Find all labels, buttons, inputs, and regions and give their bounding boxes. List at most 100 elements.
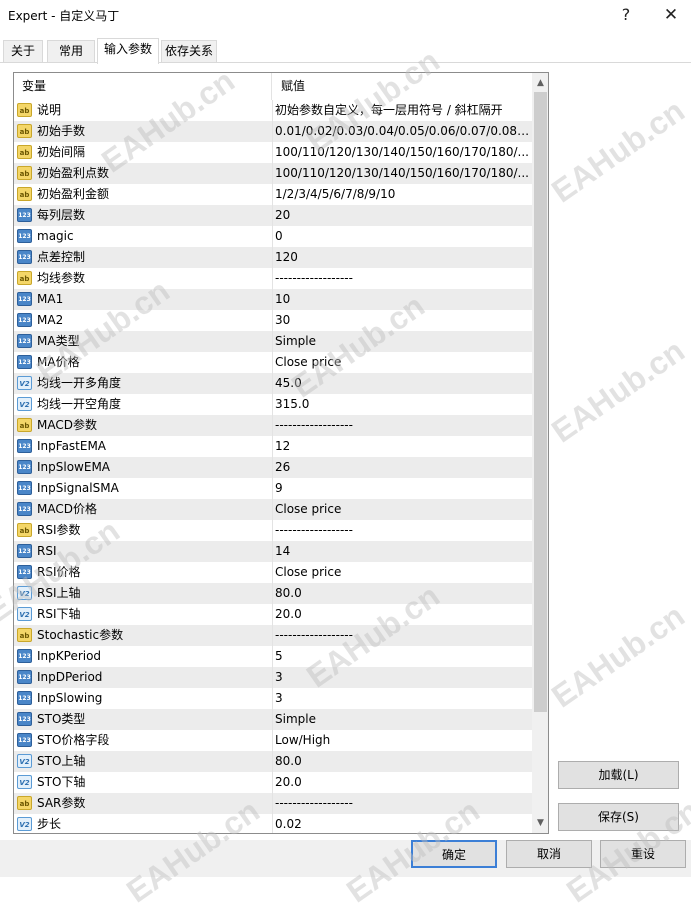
table-row[interactable]: V2 RSI上轴 80.0	[14, 583, 532, 604]
value-cell[interactable]: Low/High	[274, 730, 532, 751]
variable-cell: V2 STO上轴	[14, 751, 273, 772]
tab-inputs[interactable]: 输入参数	[97, 38, 159, 64]
value-cell[interactable]: 初始参数自定义，每一层用符号 / 斜杠隔开	[274, 100, 532, 121]
value-cell[interactable]: 100/110/120/130/140/150/160/170/180/...	[274, 142, 532, 163]
variable-name: MA2	[37, 313, 64, 327]
value-cell[interactable]: 5	[274, 646, 532, 667]
table-row[interactable]: V2 均线一开多角度 45.0	[14, 373, 532, 394]
integer-type-icon: 123	[17, 334, 32, 348]
cancel-button[interactable]: 取消	[506, 840, 592, 868]
table-row[interactable]: 123 MA类型 Simple	[14, 331, 532, 352]
value-cell[interactable]: ------------------	[274, 625, 532, 646]
value-cell[interactable]: 80.0	[274, 751, 532, 772]
help-button[interactable]: ?	[606, 0, 646, 30]
table-row[interactable]: ab RSI参数 ------------------	[14, 520, 532, 541]
double-type-icon: V2	[17, 817, 32, 831]
value-cell[interactable]: Close price	[274, 352, 532, 373]
reset-button[interactable]: 重设	[600, 840, 686, 868]
value-cell[interactable]: Simple	[274, 709, 532, 730]
value-cell[interactable]: 9	[274, 478, 532, 499]
double-type-icon: V2	[17, 586, 32, 600]
scroll-down-arrow-icon[interactable]: ▼	[532, 815, 548, 832]
value-cell[interactable]: 3	[274, 688, 532, 709]
table-row[interactable]: ab SAR参数 ------------------	[14, 793, 532, 814]
table-row[interactable]: ab MACD参数 ------------------	[14, 415, 532, 436]
column-header-value[interactable]: 赋值	[273, 73, 532, 100]
table-row[interactable]: 123 MA2 30	[14, 310, 532, 331]
table-row[interactable]: ab 初始手数 0.01/0.02/0.03/0.04/0.05/0.06/0.07…	[14, 121, 532, 142]
value-cell[interactable]: 0.02	[274, 814, 532, 833]
value-cell[interactable]: Close price	[274, 499, 532, 520]
variable-cell: ab 初始间隔	[14, 142, 273, 163]
table-row[interactable]: V2 均线一开空角度 315.0	[14, 394, 532, 415]
table-row[interactable]: ab Stochastic参数 ------------------	[14, 625, 532, 646]
value-cell[interactable]: 80.0	[274, 583, 532, 604]
table-row[interactable]: 123 RSI 14	[14, 541, 532, 562]
table-row[interactable]: ab 初始盈利金额 1/2/3/4/5/6/7/8/9/10	[14, 184, 532, 205]
double-type-icon: V2	[17, 607, 32, 621]
vertical-scrollbar[interactable]: ▲ ▼	[532, 73, 548, 833]
value-cell[interactable]: 120	[274, 247, 532, 268]
value-cell[interactable]: ------------------	[274, 415, 532, 436]
variable-name: 说明	[37, 103, 62, 117]
value-cell[interactable]: 0.01/0.02/0.03/0.04/0.05/0.06/0.07/0.08/…	[274, 121, 532, 142]
value-cell[interactable]: ------------------	[274, 520, 532, 541]
value-cell[interactable]: 20.0	[274, 604, 532, 625]
table-row[interactable]: 123 STO价格字段 Low/High	[14, 730, 532, 751]
value-cell[interactable]: 45.0	[274, 373, 532, 394]
table-row[interactable]: 123 InpFastEMA 12	[14, 436, 532, 457]
value-cell[interactable]: 30	[274, 310, 532, 331]
tab-common[interactable]: 常用	[47, 40, 95, 63]
table-row[interactable]: V2 STO下轴 20.0	[14, 772, 532, 793]
variable-cell: ab 说明	[14, 100, 273, 121]
table-row[interactable]: 123 STO类型 Simple	[14, 709, 532, 730]
table-row[interactable]: 123 InpSlowEMA 26	[14, 457, 532, 478]
table-row[interactable]: ab 均线参数 ------------------	[14, 268, 532, 289]
value-cell[interactable]: 100/110/120/130/140/150/160/170/180/...	[274, 163, 532, 184]
scroll-thumb[interactable]	[534, 92, 547, 712]
value-cell[interactable]: 3	[274, 667, 532, 688]
table-row[interactable]: V2 STO上轴 80.0	[14, 751, 532, 772]
integer-type-icon: 123	[17, 355, 32, 369]
table-row[interactable]: 123 MACD价格 Close price	[14, 499, 532, 520]
table-row[interactable]: 123 InpKPeriod 5	[14, 646, 532, 667]
value-cell[interactable]: ------------------	[274, 793, 532, 814]
table-row[interactable]: ab 初始间隔 100/110/120/130/140/150/160/170/18…	[14, 142, 532, 163]
table-row[interactable]: 123 InpSlowing 3	[14, 688, 532, 709]
tab-about[interactable]: 关于	[3, 40, 43, 63]
table-row[interactable]: 123 点差控制 120	[14, 247, 532, 268]
table-row[interactable]: 123 MA价格 Close price	[14, 352, 532, 373]
table-row[interactable]: 123 magic 0	[14, 226, 532, 247]
close-button[interactable]: ✕	[651, 0, 691, 30]
value-cell[interactable]: 10	[274, 289, 532, 310]
column-header-variable[interactable]: 变量	[14, 73, 272, 100]
load-button[interactable]: 加载(L)	[558, 761, 679, 789]
ok-button[interactable]: 确定	[411, 840, 497, 868]
value-cell[interactable]: 315.0	[274, 394, 532, 415]
table-row[interactable]: 123 InpSignalSMA 9	[14, 478, 532, 499]
table-row[interactable]: 123 每列层数 20	[14, 205, 532, 226]
value-cell[interactable]: Close price	[274, 562, 532, 583]
table-row[interactable]: V2 RSI下轴 20.0	[14, 604, 532, 625]
variable-cell: 123 STO价格字段	[14, 730, 273, 751]
value-cell[interactable]: 0	[274, 226, 532, 247]
value-cell[interactable]: Simple	[274, 331, 532, 352]
table-row[interactable]: 123 InpDPeriod 3	[14, 667, 532, 688]
variable-name: MACD价格	[37, 502, 97, 516]
value-cell[interactable]: 26	[274, 457, 532, 478]
save-button[interactable]: 保存(S)	[558, 803, 679, 831]
table-row[interactable]: ab 说明 初始参数自定义，每一层用符号 / 斜杠隔开	[14, 100, 532, 121]
variable-name: 每列层数	[37, 208, 86, 222]
table-row[interactable]: ab 初始盈利点数 100/110/120/130/140/150/160/170/…	[14, 163, 532, 184]
value-cell[interactable]: 12	[274, 436, 532, 457]
table-row[interactable]: V2 步长 0.02	[14, 814, 532, 833]
value-cell[interactable]: ------------------	[274, 268, 532, 289]
value-cell[interactable]: 20	[274, 205, 532, 226]
tab-dependencies[interactable]: 依存关系	[161, 40, 217, 63]
value-cell[interactable]: 1/2/3/4/5/6/7/8/9/10	[274, 184, 532, 205]
scroll-up-arrow-icon[interactable]: ▲	[532, 75, 548, 92]
table-row[interactable]: 123 RSI价格 Close price	[14, 562, 532, 583]
value-cell[interactable]: 14	[274, 541, 532, 562]
table-row[interactable]: 123 MA1 10	[14, 289, 532, 310]
value-cell[interactable]: 20.0	[274, 772, 532, 793]
